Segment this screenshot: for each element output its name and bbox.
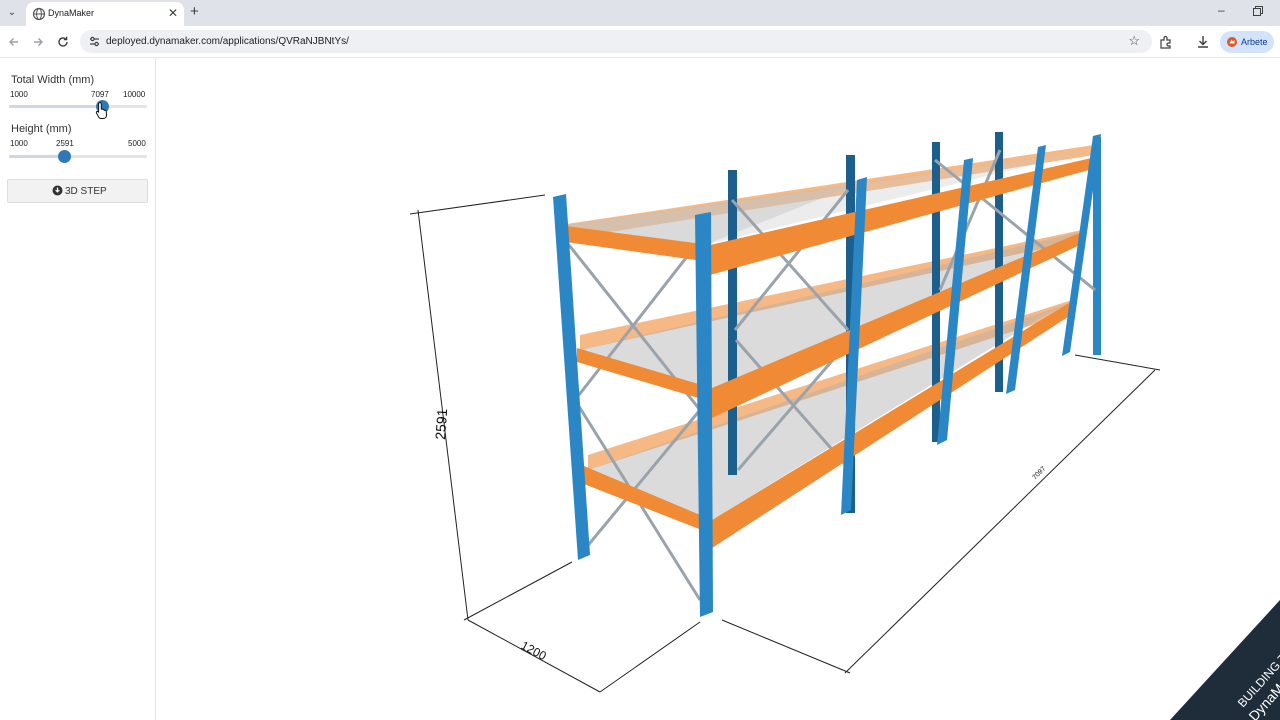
depth-dimension-label: 1200: [519, 638, 549, 663]
hand-pointer-cursor-icon: [95, 101, 108, 119]
total-width-label: Total Width (mm): [11, 74, 95, 86]
download-icon[interactable]: [1195, 34, 1211, 50]
height-label: Height (mm): [11, 123, 72, 135]
minimize-icon[interactable]: –: [1218, 3, 1225, 17]
length-dimension-label: 7097: [1031, 465, 1047, 481]
new-tab-button[interactable]: +: [190, 4, 199, 20]
extensions-icon[interactable]: [1158, 34, 1174, 50]
back-arrow-icon[interactable]: [6, 34, 22, 50]
forward-arrow-icon[interactable]: [30, 34, 46, 50]
parameter-panel: Total Width (mm) 1000 7097 10000 Height …: [0, 58, 156, 720]
height-current-value: 2591: [56, 139, 74, 148]
browser-tab-strip: ⌄ DynaMaker ✕ + –: [0, 0, 1280, 26]
browser-toolbar: deployed.dynamaker.com/applications/QVRa…: [0, 26, 1280, 58]
height-slider[interactable]: [9, 150, 147, 163]
rack-3d-scene: 2591 1200 7097: [409, 132, 1161, 693]
site-settings-icon[interactable]: [88, 35, 101, 48]
browser-tab[interactable]: DynaMaker ✕: [26, 2, 184, 26]
height-dimension-label: 2591: [432, 408, 450, 440]
tab-close-icon[interactable]: ✕: [168, 6, 178, 20]
restore-window-icon[interactable]: [1252, 5, 1264, 17]
export-3d-step-button[interactable]: 3D STEP: [7, 179, 148, 203]
width-max-value: 10000: [123, 90, 146, 99]
width-current-value: 7097: [91, 90, 109, 99]
tab-title: DynaMaker: [48, 8, 95, 18]
profile-name: Arbete: [1241, 37, 1268, 47]
profile-button[interactable]: Arbete: [1220, 31, 1274, 53]
height-max-value: 5000: [128, 139, 146, 148]
address-bar[interactable]: deployed.dynamaker.com/applications/QVRa…: [80, 30, 1152, 53]
download-circle-icon: [52, 185, 63, 196]
dynamaker-corner-banner: BUILDING TODAY DynaMaker: [1170, 600, 1280, 720]
bookmark-star-icon[interactable]: ☆: [1128, 33, 1140, 49]
reload-icon[interactable]: [55, 34, 71, 50]
globe-icon: [32, 7, 46, 21]
height-slider-fill: [9, 155, 64, 158]
tab-list-chevron-icon[interactable]: ⌄: [4, 5, 20, 21]
width-min-value: 1000: [10, 90, 28, 99]
height-min-value: 1000: [10, 139, 28, 148]
export-3d-step-label: 3D STEP: [65, 186, 107, 197]
height-slider-thumb[interactable]: [57, 150, 71, 163]
total-width-slider[interactable]: [9, 100, 147, 113]
url-text: deployed.dynamaker.com/applications/QVRa…: [106, 36, 349, 47]
profile-avatar-icon: [1227, 37, 1237, 47]
3d-viewport[interactable]: 2591 1200 7097: [157, 58, 1280, 720]
total-width-slider-fill: [9, 105, 102, 108]
